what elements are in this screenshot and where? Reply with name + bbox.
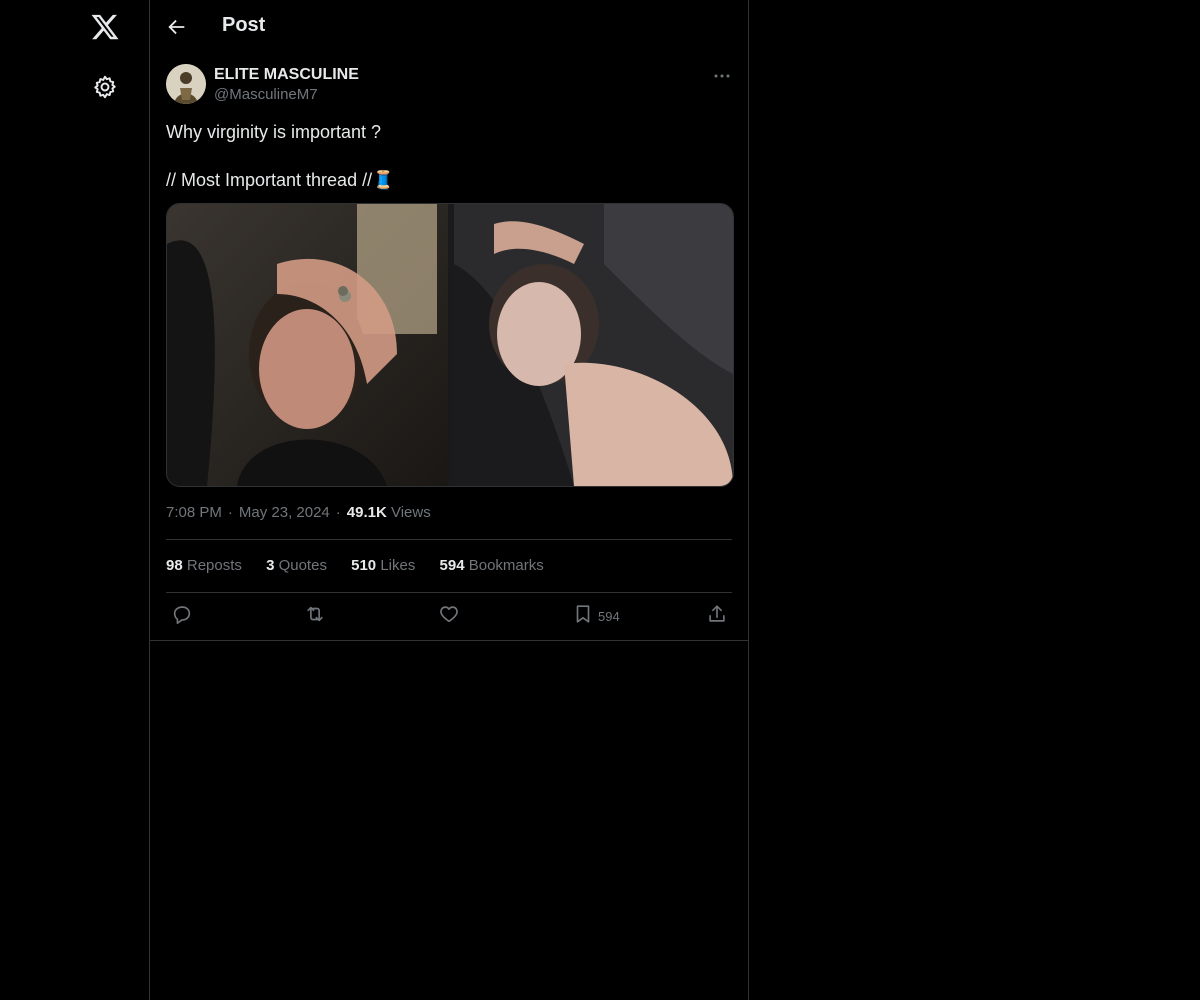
divider: [166, 592, 732, 593]
separator: ·: [227, 504, 233, 521]
repost-button[interactable]: [304, 605, 326, 627]
views-count: 49.1K: [346, 504, 387, 521]
author-name[interactable]: ELITE MASCULINE: [214, 66, 359, 84]
views-label: Views: [390, 504, 431, 521]
post-timestamp: 7:08 PM · May 23, 2024 · 49.1K Views: [166, 504, 431, 521]
post-stats: 98 Reposts 3 Quotes 510 Likes 594 Bookma…: [166, 557, 564, 574]
like-button[interactable]: [438, 605, 460, 627]
share-button[interactable]: [706, 603, 728, 630]
post-media[interactable]: [166, 203, 734, 487]
stat-quotes[interactable]: 3 Quotes: [266, 557, 327, 574]
repost-icon: [304, 603, 326, 630]
left-nav: [0, 0, 149, 1000]
stat-count: 594: [439, 557, 465, 574]
share-icon: [706, 603, 728, 630]
stat-bookmarks[interactable]: 594 Bookmarks: [440, 557, 544, 574]
post-date[interactable]: May 23, 2024: [239, 504, 330, 521]
stat-label: Likes: [380, 557, 416, 574]
heart-icon: [438, 603, 460, 630]
reply-button[interactable]: [171, 605, 193, 627]
post-time[interactable]: 7:08 PM: [166, 504, 222, 521]
stat-label: Reposts: [186, 557, 242, 574]
avatar[interactable]: [166, 64, 206, 104]
gear-icon[interactable]: [92, 74, 118, 100]
bookmark-icon: [572, 603, 594, 630]
action-bar: 594: [166, 603, 732, 630]
divider: [166, 539, 732, 540]
reply-icon: [171, 603, 193, 630]
stat-count: 98: [166, 557, 183, 574]
stat-count: 510: [351, 557, 377, 574]
post-column: Post ELITE MASCULINE @MasculineM7 Why vi…: [149, 0, 749, 1000]
stat-likes[interactable]: 510 Likes: [351, 557, 415, 574]
arrow-left-icon[interactable]: [166, 16, 188, 38]
stat-label: Bookmarks: [468, 557, 544, 574]
header-bar: Post: [150, 0, 748, 54]
bookmark-count: 594: [598, 608, 620, 624]
post-text: Why virginity is important ? // Most Imp…: [166, 122, 395, 190]
stat-reposts[interactable]: 98 Reposts: [166, 557, 242, 574]
more-options-icon[interactable]: [712, 66, 732, 86]
stat-label: Quotes: [278, 557, 327, 574]
media-photo-1[interactable]: [167, 204, 450, 486]
post-bottom-border: [150, 640, 748, 641]
x-logo-icon[interactable]: [90, 12, 120, 42]
bookmark-button[interactable]: 594: [572, 603, 620, 630]
separator: ·: [335, 504, 341, 521]
author-handle[interactable]: @MasculineM7: [214, 86, 318, 103]
page-title: Post: [222, 14, 266, 36]
stat-count: 3: [266, 557, 275, 574]
media-photo-2[interactable]: [454, 204, 733, 486]
